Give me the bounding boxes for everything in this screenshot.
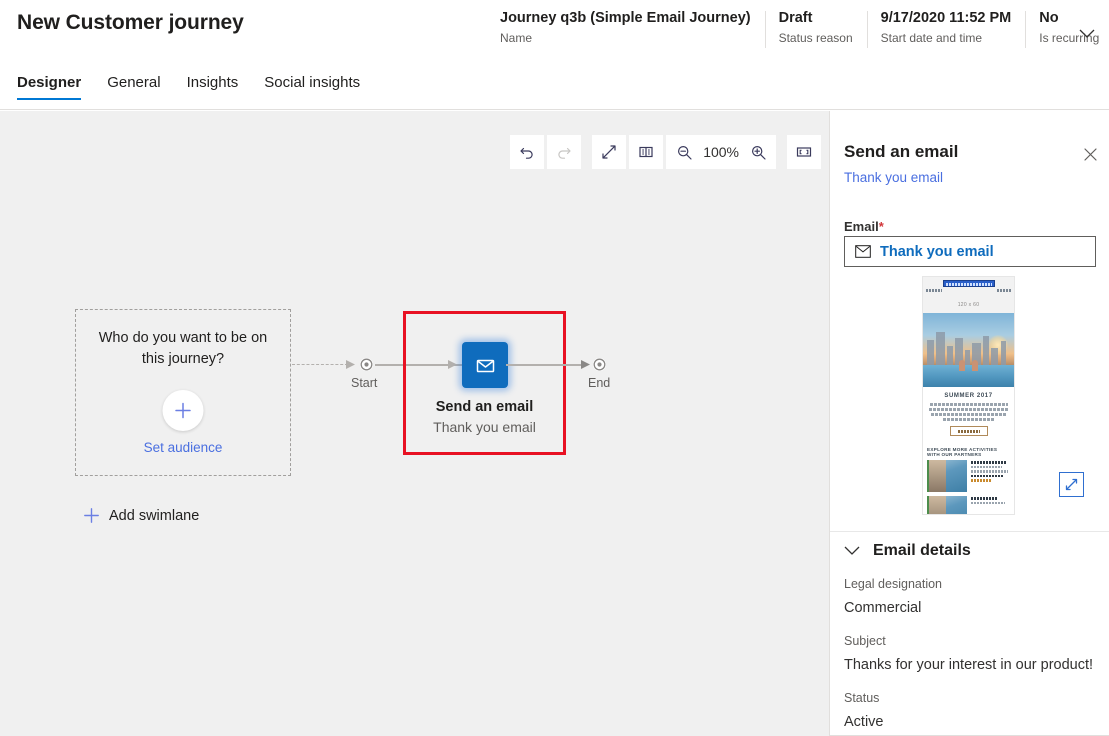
preview-section-heading: EXPLORE MORE ACTIVITIES WITH OUR PARTNER… bbox=[923, 443, 1014, 460]
undo-icon bbox=[520, 147, 533, 159]
meta-field-start-date: 9/17/2020 11:52 PM Start date and time bbox=[866, 10, 1026, 48]
meta-value: 9/17/2020 11:52 PM bbox=[880, 10, 1012, 26]
email-preview-thumbnail[interactable]: 120 x 60 SUMMER 2017 EXPLORE MORE ACTIVI… bbox=[922, 276, 1015, 515]
expand-diagonal-icon bbox=[1065, 478, 1078, 491]
meta-label: Start date and time bbox=[880, 31, 983, 45]
tile-title: Send an email bbox=[435, 399, 534, 415]
preview-cta-button bbox=[949, 426, 988, 436]
preview-partner-row bbox=[923, 460, 1014, 496]
meta-field-name: Journey q3b (Simple Email Journey) Name bbox=[500, 10, 765, 46]
view-buttons bbox=[592, 135, 664, 169]
chevron-down-icon[interactable] bbox=[1073, 20, 1101, 48]
zoom-in-button[interactable] bbox=[744, 137, 772, 167]
tile-subtitle: Thank you email bbox=[433, 419, 536, 435]
expand-diagonal-icon bbox=[602, 145, 616, 159]
undo-button[interactable] bbox=[510, 135, 545, 169]
swimlane-audience[interactable]: Who do you want to be on this journey? S… bbox=[75, 309, 291, 476]
zoom-out-button[interactable] bbox=[670, 137, 698, 167]
preview-selected-chip bbox=[942, 280, 995, 287]
node-end-label: End bbox=[588, 376, 611, 390]
node-start-label: Start bbox=[351, 376, 378, 390]
detail-value-subject: Thanks for your interest in our product! bbox=[844, 657, 1094, 673]
preview-top-left-text bbox=[926, 289, 942, 292]
add-audience-button[interactable] bbox=[162, 390, 204, 431]
detail-value-legal-designation: Commercial bbox=[844, 600, 922, 616]
add-swimlane-label: Add swimlane bbox=[109, 507, 200, 524]
email-lookup-input[interactable]: Thank you email bbox=[844, 236, 1096, 267]
panel-divider bbox=[830, 531, 1109, 532]
tab-bar: Designer General Insights Social insight… bbox=[17, 74, 360, 100]
node-end[interactable] bbox=[592, 357, 607, 372]
plus-icon bbox=[84, 508, 99, 523]
tab-designer[interactable]: Designer bbox=[17, 74, 82, 100]
redo-button bbox=[547, 135, 582, 169]
set-audience-link[interactable]: Set audience bbox=[76, 440, 290, 455]
panel-subtitle-link[interactable]: Thank you email bbox=[844, 170, 943, 185]
preview-placeholder-dimensions: 120 x 60 bbox=[923, 297, 1014, 313]
map-icon bbox=[639, 146, 653, 158]
zoom-in-icon bbox=[751, 145, 766, 160]
node-start[interactable] bbox=[359, 357, 374, 372]
redo-icon bbox=[558, 147, 571, 159]
canvas-toolbar: 100% bbox=[510, 135, 821, 169]
meta-value: Draft bbox=[778, 10, 813, 26]
email-lookup-value: Thank you email bbox=[880, 243, 994, 260]
meta-label: Status reason bbox=[778, 31, 853, 45]
journey-designer-canvas[interactable]: 100% Who do you want to be on this journ… bbox=[0, 111, 829, 736]
connector-dashed bbox=[292, 364, 348, 365]
envelope-icon bbox=[855, 245, 871, 258]
email-details-heading: Email details bbox=[873, 542, 971, 559]
history-buttons bbox=[510, 135, 582, 169]
panel-title: Send an email bbox=[844, 142, 959, 161]
tab-social-insights[interactable]: Social insights bbox=[264, 74, 360, 100]
meta-field-status-reason: Draft Status reason bbox=[764, 10, 867, 48]
close-icon[interactable] bbox=[1078, 142, 1102, 166]
tab-insights[interactable]: Insights bbox=[187, 74, 239, 100]
swimlane-question: Who do you want to be on this journey? bbox=[98, 330, 268, 367]
fit-to-screen-icon bbox=[796, 147, 812, 157]
preview-hero-image bbox=[923, 313, 1014, 387]
zoom-group: 100% bbox=[666, 135, 776, 169]
minimap-button[interactable] bbox=[629, 135, 664, 169]
add-swimlane-button[interactable]: Add swimlane bbox=[83, 507, 199, 524]
detail-label-legal-designation: Legal designation bbox=[844, 577, 942, 591]
detail-label-status: Status bbox=[844, 691, 880, 705]
required-marker: * bbox=[878, 219, 884, 234]
fit-to-screen-button[interactable] bbox=[787, 135, 821, 169]
tab-general[interactable]: General bbox=[107, 74, 160, 100]
email-field-label-text: Email bbox=[844, 219, 879, 234]
journey-metadata-strip: Journey q3b (Simple Email Journey) Name … bbox=[500, 10, 1109, 55]
detail-value-status: Active bbox=[844, 714, 884, 730]
envelope-icon bbox=[476, 359, 494, 372]
page-title: New Customer journey bbox=[17, 11, 244, 34]
preview-top-right-text bbox=[997, 289, 1011, 292]
tile-send-an-email[interactable] bbox=[462, 342, 508, 388]
preview-partner-row bbox=[923, 496, 1014, 514]
meta-label: Name bbox=[500, 31, 533, 45]
connector-arrow-start bbox=[345, 357, 359, 377]
detail-label-subject: Subject bbox=[844, 634, 886, 648]
chevron-down-icon bbox=[844, 546, 860, 555]
expand-preview-button[interactable] bbox=[1059, 472, 1084, 497]
email-details-section-toggle[interactable]: Email details bbox=[844, 542, 971, 560]
preview-heading: SUMMER 2017 bbox=[944, 393, 993, 399]
preview-body-section: SUMMER 2017 bbox=[923, 387, 1014, 443]
plus-icon bbox=[175, 402, 191, 419]
connector-line-right bbox=[506, 364, 586, 366]
zoom-out-icon bbox=[677, 145, 692, 160]
meta-value: Journey q3b (Simple Email Journey) bbox=[500, 10, 751, 26]
app-header: New Customer journey Journey q3b (Simple… bbox=[0, 0, 1109, 110]
properties-panel: Send an email Thank you email Email* Tha… bbox=[829, 111, 1109, 736]
preview-top-bar bbox=[923, 277, 1014, 297]
expand-canvas-button[interactable] bbox=[592, 135, 627, 169]
email-field-label: Email* bbox=[844, 219, 884, 234]
zoom-level-label: 100% bbox=[703, 144, 739, 160]
